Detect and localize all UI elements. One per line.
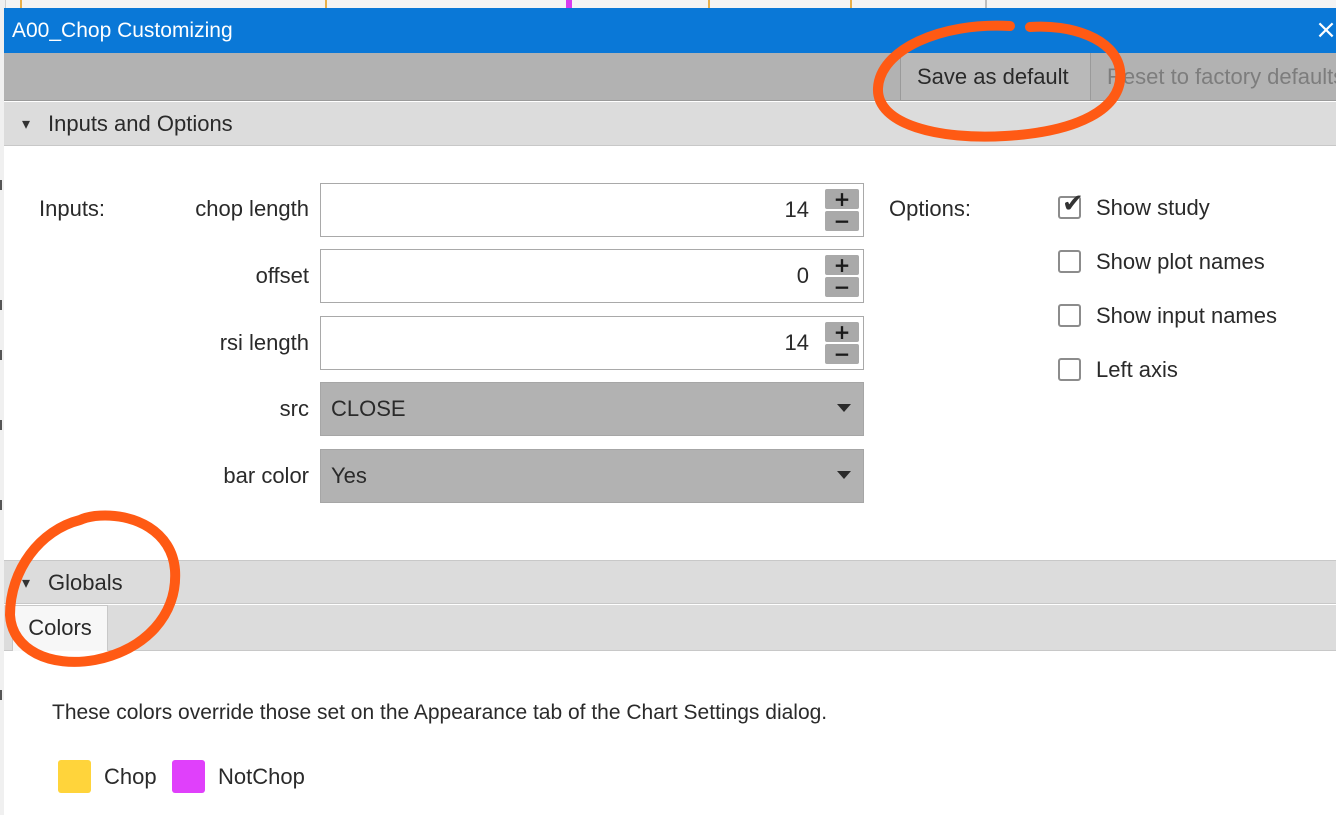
globals-section-header[interactable]: ▾ Globals [4, 560, 1336, 604]
chart-tick [566, 0, 572, 8]
customizing-dialog: A00_Chop Customizing × Save as default R… [4, 8, 1336, 815]
src-select[interactable]: CLOSE [320, 382, 864, 436]
save-as-default-button[interactable]: Save as default [900, 53, 1090, 100]
bar-color-value: Yes [331, 463, 367, 488]
chart-tick [20, 0, 22, 8]
rsi-length-value: 14 [784, 330, 809, 355]
plus-icon[interactable]: + [825, 189, 859, 209]
notchop-color-swatch[interactable] [172, 760, 205, 793]
show-study-label: Show study [1096, 195, 1210, 220]
reset-to-factory-defaults-button[interactable]: Reset to factory defaults [1090, 53, 1336, 100]
chart-tick [708, 0, 710, 8]
rsi-length-stepper: + − [825, 322, 859, 364]
close-icon[interactable]: × [1314, 8, 1336, 53]
minus-icon[interactable]: − [825, 344, 859, 364]
plus-icon[interactable]: + [825, 322, 859, 342]
rsi-length-label: rsi length [219, 330, 309, 355]
show-input-names-checkbox[interactable] [1058, 304, 1081, 327]
chevron-down-icon: ▾ [22, 573, 31, 592]
caret-down-icon [837, 404, 851, 412]
chevron-down-icon: ▾ [22, 114, 31, 133]
show-input-names-label: Show input names [1096, 303, 1277, 328]
dialog-titlebar[interactable]: A00_Chop Customizing [4, 8, 1336, 53]
show-plot-names-checkbox[interactable] [1058, 250, 1081, 273]
check-icon: ✔ [1062, 189, 1084, 219]
chop-color-swatch[interactable] [58, 760, 91, 793]
chart-tick [850, 0, 852, 8]
plus-icon[interactable]: + [825, 255, 859, 275]
offset-input[interactable]: 0 + − [320, 249, 864, 303]
section-title: Globals [48, 570, 123, 595]
chop-length-stepper: + − [825, 189, 859, 231]
show-study-checkbox[interactable]: ✔ [1058, 189, 1084, 219]
options-heading: Options: [889, 196, 971, 221]
globals-tabbar: Colors [4, 605, 1336, 651]
minus-icon[interactable]: − [825, 211, 859, 231]
left-axis-label: Left axis [1096, 357, 1178, 382]
bar-color-label: bar color [223, 463, 309, 488]
dialog-toolbar: Save as default Reset to factory default… [4, 53, 1336, 101]
background-chart-strip [0, 0, 1336, 8]
chop-length-value: 14 [784, 197, 809, 222]
chop-length-label: chop length [195, 196, 309, 221]
offset-label: offset [255, 263, 309, 288]
offset-value: 0 [796, 263, 809, 288]
notchop-color-label: NotChop [218, 764, 305, 789]
tab-colors[interactable]: Colors [12, 605, 108, 651]
src-value: CLOSE [331, 396, 406, 421]
chop-length-input[interactable]: 14 + − [320, 183, 864, 237]
caret-down-icon [837, 471, 851, 479]
minus-icon[interactable]: − [825, 277, 859, 297]
chart-tick [325, 0, 327, 8]
inputs-options-section-header[interactable]: ▾ Inputs and Options [4, 102, 1336, 146]
colors-info-text: These colors override those set on the A… [52, 701, 828, 724]
rsi-length-input[interactable]: 14 + − [320, 316, 864, 370]
bar-color-select[interactable]: Yes [320, 449, 864, 503]
src-label: src [279, 396, 309, 421]
left-axis-checkbox[interactable] [1058, 358, 1081, 381]
chop-color-label: Chop [104, 764, 157, 789]
show-plot-names-label: Show plot names [1096, 249, 1265, 274]
dialog-title: A00_Chop Customizing [12, 19, 233, 42]
section-title: Inputs and Options [48, 111, 233, 136]
offset-stepper: + − [825, 255, 859, 297]
inputs-heading: Inputs: [39, 196, 106, 221]
chart-tick [985, 0, 987, 8]
